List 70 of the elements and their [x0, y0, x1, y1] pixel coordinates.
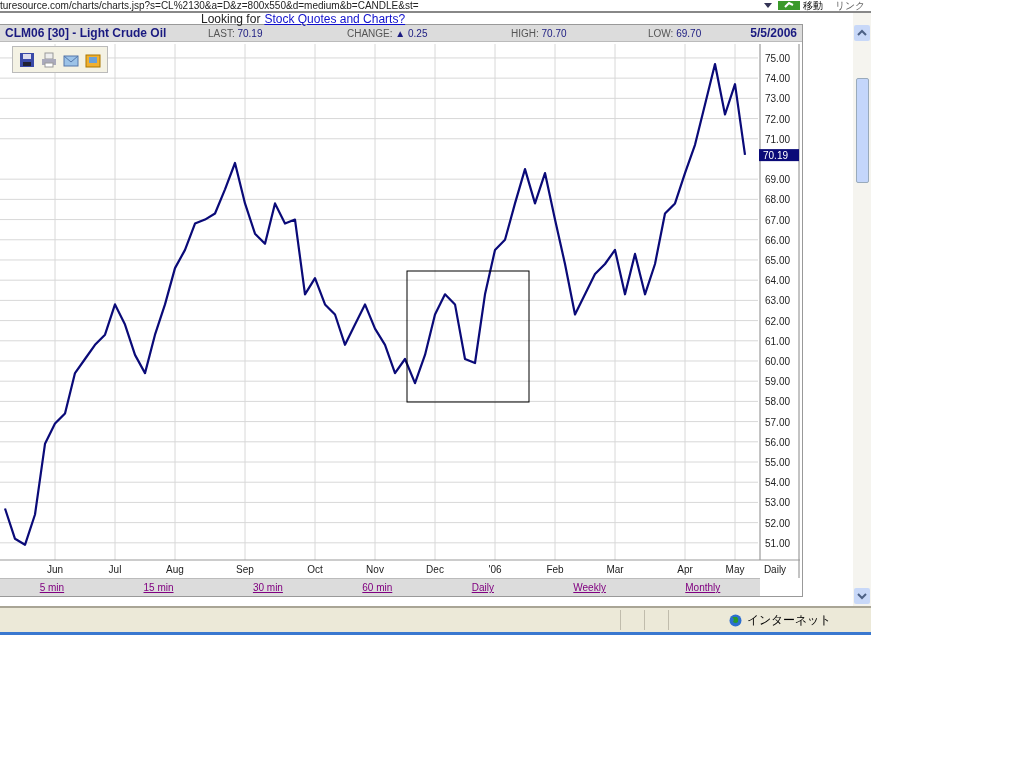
up-arrow-icon: ▲: [395, 27, 406, 39]
change-value: 0.25: [408, 27, 428, 39]
low-value: 69.70: [676, 27, 702, 39]
symbol-title: CLM06 [30] - Light Crude Oil: [5, 26, 168, 40]
y-axis-label: 68.00: [765, 194, 791, 206]
go-label[interactable]: 移動: [803, 0, 835, 11]
x-axis-label: May: [725, 564, 745, 575]
globe-icon: [729, 613, 742, 627]
x-axis-label: Jun: [46, 564, 64, 575]
y-axis-label: 51.00: [765, 537, 791, 549]
interval-link[interactable]: Weekly: [573, 582, 606, 593]
y-axis-label: 52.00: [765, 517, 791, 529]
y-axis-label: 53.00: [765, 497, 791, 509]
y-axis-label: 60.00: [765, 356, 791, 367]
printer-window-icon[interactable]: [85, 51, 101, 68]
address-text[interactable]: turesource.com/charts/charts.jsp?s=CL%2130&a=D&z=800x550&d=medium&b=CANDLE&st=: [0, 0, 758, 11]
promo-text: Looking for: [201, 13, 261, 24]
interval-link[interactable]: 5 min: [39, 582, 65, 593]
x-axis-label: Mar: [606, 564, 624, 575]
print-icon[interactable]: [41, 51, 57, 68]
links-label[interactable]: リンク: [835, 0, 865, 11]
y-axis-label: 74.00: [765, 73, 791, 85]
last-label: LAST:: [208, 27, 235, 39]
scroll-thumb[interactable]: [855, 78, 869, 183]
scroll-up-icon[interactable]: [854, 25, 870, 41]
interval-link[interactable]: 60 min: [362, 582, 393, 593]
y-axis-label: 73.00: [765, 93, 791, 105]
stock-quotes-link[interactable]: Stock Quotes and Charts?: [264, 13, 406, 24]
y-axis-label: 64.00: [765, 275, 791, 287]
y-axis-label: 71.00: [765, 133, 791, 145]
x-axis-label: Feb: [546, 564, 564, 575]
interval-link[interactable]: Monthly: [685, 582, 721, 593]
y-axis-label: 69.00: [765, 174, 791, 186]
vertical-scrollbar[interactable]: [853, 13, 871, 606]
scroll-down-icon[interactable]: [854, 588, 870, 604]
x-axis-label: Aug: [166, 564, 184, 575]
y-axis-label: 67.00: [765, 214, 791, 226]
y-axis-label: 62.00: [765, 315, 791, 327]
x-axis-label: Dec: [426, 564, 444, 575]
y-axis-label: 55.00: [765, 457, 791, 468]
x-axis-label: Sep: [236, 564, 254, 575]
quote-date: 5/5/2006: [750, 26, 797, 40]
y-axis-label: 66.00: [765, 234, 791, 246]
x-axis-label: '06: [488, 564, 502, 575]
last-value: 70.19: [237, 27, 263, 39]
x-axis-label: Oct: [307, 564, 323, 575]
high-label: HIGH:: [511, 27, 539, 39]
change-label: CHANGE:: [347, 27, 393, 39]
y-axis-label: 58.00: [765, 396, 791, 408]
interval-link[interactable]: 15 min: [143, 582, 174, 593]
y-axis-label: 61.00: [765, 335, 791, 347]
y-axis-label: 65.00: [765, 255, 791, 266]
x-axis-label: Nov: [366, 564, 384, 575]
high-value: 70.70: [541, 27, 567, 39]
y-axis-label: 54.00: [765, 477, 791, 489]
save-icon[interactable]: [19, 51, 35, 68]
low-label: LOW:: [648, 27, 674, 39]
x-axis-label: Apr: [677, 564, 693, 575]
price-tag: 70.19: [759, 149, 799, 162]
period-label: Daily: [763, 564, 787, 575]
y-axis-label: 75.00: [765, 52, 791, 64]
internet-zone-label: インターネット: [747, 611, 831, 629]
y-axis-label: 72.00: [765, 113, 791, 125]
y-axis-label: 57.00: [765, 416, 791, 428]
y-axis-label: 63.00: [765, 295, 791, 307]
y-axis-label: 59.00: [765, 376, 791, 388]
y-axis-label: 56.00: [765, 436, 791, 448]
interval-link[interactable]: 30 min: [252, 582, 283, 593]
interval-link[interactable]: Daily: [471, 582, 494, 593]
x-axis-label: Jul: [108, 564, 122, 575]
